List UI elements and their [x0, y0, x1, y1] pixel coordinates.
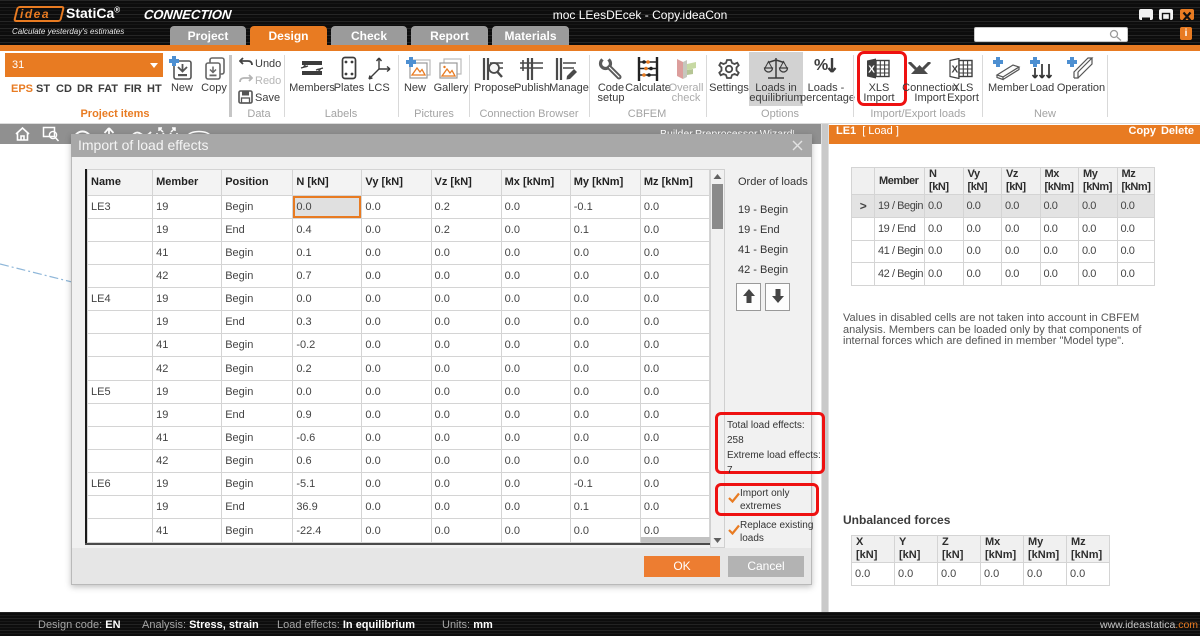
svg-text:X: X	[868, 65, 875, 76]
svg-text:X: X	[952, 65, 959, 76]
svg-text:%: %	[814, 57, 828, 74]
